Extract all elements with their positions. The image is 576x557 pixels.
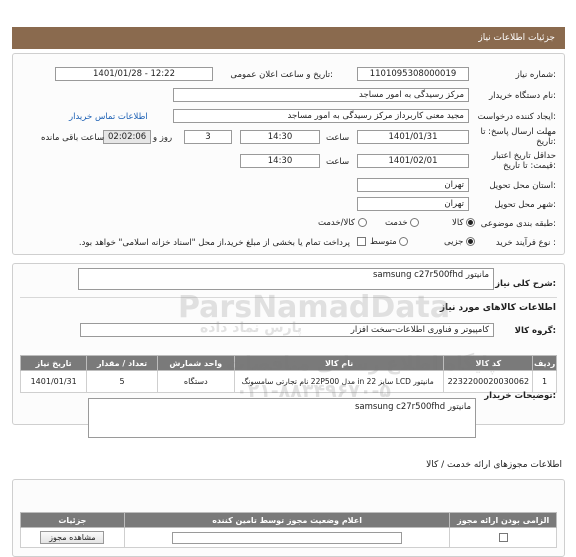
announce-label: تاریخ و ساعت اعلان عمومی: [230, 70, 333, 80]
cell-quantity: 5 [86, 370, 158, 393]
province-field: تهران [357, 178, 469, 192]
page-title-bar: جزئیات اطلاعات نیاز [12, 27, 565, 49]
process-medium-label: متوسط [370, 237, 397, 247]
category-label: طبقه بندی موضوعی: [480, 219, 556, 229]
license-table: جزئیات اعلام وضعیت مجوز توسط تامین کننده… [20, 512, 557, 548]
buyer-contact-link[interactable]: اطلاعات تماس خریدار [69, 112, 148, 122]
goods-table: تاریخ نیاز تعداد / مقدار واحد شمارش نام … [19, 355, 557, 393]
buyer-label: نام دستگاه خریدار: [489, 91, 556, 101]
city-label: شهر محل تحویل: [494, 200, 556, 210]
col-row: ردیف [532, 355, 557, 371]
radio-icon[interactable] [399, 237, 409, 246]
radio-icon[interactable] [410, 218, 420, 227]
col-unit: واحد شمارش [156, 355, 235, 371]
radio-selected-icon[interactable] [466, 218, 476, 227]
creator-field: مجید معنی کاربرداز مرکز رسیدگی به امور م… [173, 109, 469, 123]
summary-field: مانیتور samsung c27r500fhd [78, 268, 494, 290]
page-title: جزئیات اطلاعات نیاز [478, 33, 555, 43]
radio-selected-icon[interactable] [466, 237, 476, 246]
remaining-time-field: 02:02:06 [103, 130, 151, 144]
buyer-field: مرکز رسیدگی به امور مساجد [173, 88, 469, 102]
col-quantity: تعداد / مقدار [86, 355, 158, 371]
category-both-label: کالا/خدمت [318, 218, 355, 228]
city-field: تهران [357, 197, 469, 211]
col-license-required: الزامی بودن ارائه مجوز [449, 512, 557, 528]
cell-license-required [449, 527, 557, 548]
table-header-row: تاریخ نیاز تعداد / مقدار واحد شمارش نام … [19, 355, 557, 371]
license-required-checkbox[interactable] [498, 533, 508, 542]
price-validity-label: حداقل تاریخ اعتبار قیمت: تا تاریخ: [491, 151, 556, 171]
col-need-date: تاریخ نیاز [19, 355, 88, 371]
goods-section-title: اطلاعات کالاهای مورد نیاز [439, 303, 556, 313]
remaining-label: ساعت باقی مانده [41, 133, 105, 143]
group-field: کامپیوتر و فناوری اطلاعات-سخت افزار [80, 323, 494, 337]
payment-note: پرداخت تمام یا بخشی از مبلغ خرید،از محل … [78, 238, 350, 248]
send-time-label: ساعت [326, 133, 350, 143]
send-time-field: 14:30 [240, 130, 320, 144]
service-section-title: اطلاعات مجوزهای ارائه خدمت / کالا [426, 460, 562, 470]
col-license-status: اعلام وضعیت مجوز توسط تامین کننده [123, 512, 451, 528]
payment-checkbox[interactable] [357, 237, 366, 246]
need-number-field: 1101095308000019 [357, 67, 469, 81]
category-option-both[interactable]: کالا/خدمت [318, 218, 367, 228]
buyer-notes-label: توضیحات خریدار: [484, 391, 556, 401]
table-row[interactable]: 1401/01/31 5 دستگاه مانیتور LCD سایز 22 … [19, 370, 557, 393]
send-date-field: 1401/01/31 [357, 130, 469, 144]
price-time-field: 14:30 [240, 154, 320, 168]
col-goods-name: نام کالا [233, 355, 445, 371]
price-time-label: ساعت [326, 157, 350, 167]
group-label: گروه کالا: [514, 326, 556, 336]
category-option-service[interactable]: خدمت [385, 218, 420, 228]
announce-value: 1401/01/28 - 12:22 [93, 69, 175, 79]
process-option-minor[interactable]: جزیی [444, 237, 476, 247]
province-label: استان محل تحویل: [489, 181, 556, 191]
category-service-label: خدمت [385, 218, 408, 228]
col-details: جزئیات [20, 512, 125, 528]
col-goods-code: کد کالا [443, 355, 534, 371]
need-number-label: شماره نیاز: [515, 70, 556, 80]
cell-details: مشاهده مجوز [20, 527, 125, 548]
process-label: نوع فرآیند خرید : [495, 238, 556, 248]
cell-goods-name: مانیتور LCD سایز 22 in مدل 22P500 نام تج… [233, 370, 445, 393]
view-license-button[interactable]: مشاهده مجوز [40, 531, 105, 544]
creator-label: ایجاد کننده درخواست: [477, 112, 556, 122]
radio-icon[interactable] [357, 218, 367, 227]
cell-need-date: 1401/01/31 [19, 370, 88, 393]
days-field: 3 [184, 130, 232, 144]
process-minor-label: جزیی [444, 237, 464, 247]
send-deadline-label: مهلت ارسال پاسخ: تا تاریخ: [480, 127, 556, 147]
price-date-field: 1401/02/01 [357, 154, 469, 168]
cell-unit: دستگاه [156, 370, 235, 393]
cell-goods-code: 2232200020030062 [443, 370, 534, 393]
category-goods-label: کالا [452, 218, 464, 228]
category-option-goods[interactable]: کالا [452, 218, 476, 228]
process-option-medium[interactable]: متوسط [370, 237, 409, 247]
summary-label: شرح کلی نیاز: [495, 279, 556, 289]
buyer-notes-field: مانیتور samsung c27r500fhd [88, 398, 476, 438]
announce-field: 1401/01/28 - 12:22 [55, 67, 213, 81]
days-label: روز و [153, 133, 173, 143]
table-header-row: جزئیات اعلام وضعیت مجوز توسط تامین کننده… [20, 512, 557, 528]
cell-license-status [123, 527, 451, 548]
divider [20, 297, 557, 298]
cell-row: 1 [532, 370, 557, 393]
license-status-field[interactable] [172, 531, 403, 544]
table-row: مشاهده مجوز [20, 527, 557, 548]
